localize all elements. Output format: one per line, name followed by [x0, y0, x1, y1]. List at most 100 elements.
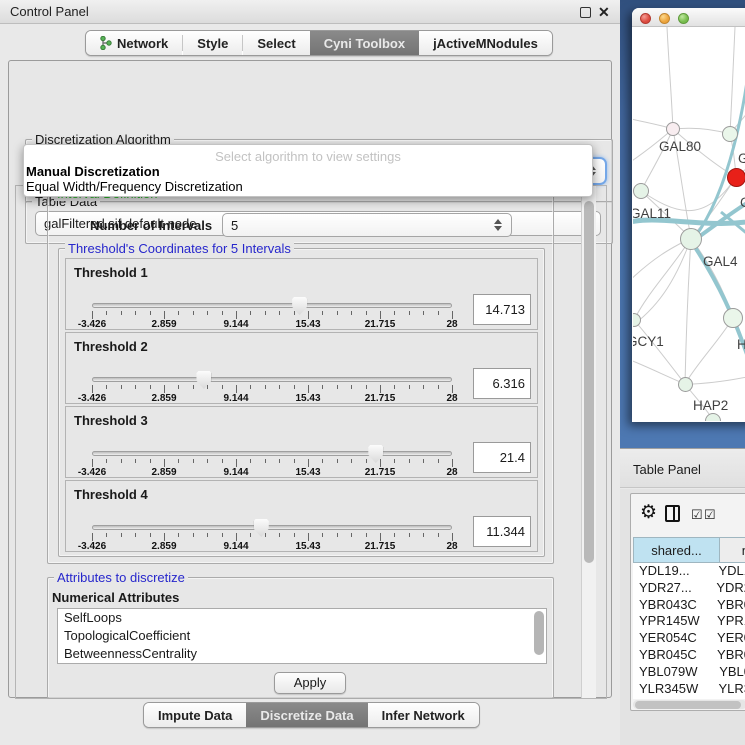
attribute-item[interactable]: BetweennessCentrality: [58, 645, 546, 663]
attributes-list-scrollbar[interactable]: [534, 611, 544, 655]
minimize-traffic-icon[interactable]: [659, 13, 670, 24]
zoom-traffic-icon[interactable]: [678, 13, 689, 24]
cell-name[interactable]: YIL0: [719, 697, 745, 699]
thresholds-group-title: Threshold's Coordinates for 5 Intervals: [65, 241, 294, 256]
network-node[interactable]: [680, 228, 702, 250]
table-row[interactable]: YDR27...YDR2: [633, 580, 745, 597]
checkbox-checked-icon[interactable]: ☑: [691, 507, 703, 523]
network-canvas[interactable]: GAL80GACGAL11GAL4GCY1HHAP2: [633, 27, 745, 421]
cell-name[interactable]: YBR0: [713, 647, 745, 664]
tick-label: 21.715: [365, 541, 396, 552]
table-row[interactable]: YLR345WYLR3: [633, 681, 745, 698]
network-icon: [100, 36, 112, 50]
number-of-intervals-spinner[interactable]: 5: [222, 213, 512, 237]
cell-shared-name[interactable]: YPR145W: [633, 613, 713, 630]
tick-label: 15.43: [295, 467, 320, 478]
table-hscrollbar-thumb[interactable]: [635, 701, 741, 709]
algorithm-option[interactable]: Manual Discretization: [24, 164, 592, 179]
node-table: shared... n YDL19...YDL1YDR27...YDR2YBR0…: [633, 537, 745, 699]
tick-mark: [351, 459, 352, 463]
tick-mark: [106, 311, 107, 315]
table-row[interactable]: YDL19...YDL1: [633, 563, 745, 580]
table-header-row: shared... n: [633, 537, 745, 563]
network-node[interactable]: [633, 183, 649, 199]
threshold-slider-track[interactable]: [92, 451, 452, 456]
threshold-slider-track[interactable]: [92, 377, 452, 382]
checkbox-checked-icon[interactable]: ☑: [704, 507, 716, 523]
cell-shared-name[interactable]: YER054C: [633, 630, 713, 647]
cell-shared-name[interactable]: YBR045C: [633, 647, 713, 664]
tab-infer-network[interactable]: Infer Network: [368, 703, 479, 727]
cell-shared-name[interactable]: YBL079W: [633, 664, 715, 681]
threshold-slider-track[interactable]: [92, 303, 452, 308]
slider-tick-labels: -3.4262.8599.14415.4321.71528: [92, 541, 452, 552]
number-of-intervals-label: Number of Intervals: [90, 218, 212, 233]
threshold-value-field[interactable]: 11.344: [473, 516, 531, 547]
cell-shared-name[interactable]: YDL19...: [633, 563, 714, 580]
column-header-name[interactable]: n: [720, 538, 745, 562]
tick-mark: [279, 311, 280, 315]
tab-network[interactable]: Network: [86, 31, 182, 55]
tick-mark: [294, 311, 295, 315]
threshold-value-field[interactable]: 6.316: [473, 368, 531, 399]
table-row[interactable]: YBR045CYBR0: [633, 647, 745, 664]
content-scrollbar-track[interactable]: [581, 186, 596, 698]
tick-mark: [106, 533, 107, 537]
tick-mark: [409, 311, 410, 315]
table-row[interactable]: YIL052CYIL0: [633, 697, 745, 699]
content-scrollbar-thumb[interactable]: [584, 201, 594, 563]
tab-select[interactable]: Select: [243, 31, 309, 55]
network-window-titlebar[interactable]: [632, 8, 745, 27]
network-node[interactable]: [666, 122, 680, 136]
close-icon[interactable]: ✕: [598, 4, 610, 21]
tick-mark: [236, 533, 237, 541]
float-icon[interactable]: [580, 7, 591, 18]
apply-button[interactable]: Apply: [274, 672, 346, 694]
cell-shared-name[interactable]: YLR345W: [633, 681, 714, 698]
cell-name[interactable]: YDR2: [712, 580, 745, 597]
tab-impute-data[interactable]: Impute Data: [144, 703, 246, 727]
attribute-item[interactable]: TopologicalCoefficient: [58, 627, 546, 645]
tab-style[interactable]: Style: [183, 31, 242, 55]
cell-shared-name[interactable]: YDR27...: [633, 580, 712, 597]
table-row[interactable]: YBL079WYBL0: [633, 664, 745, 681]
tab-discretize-data[interactable]: Discretize Data: [246, 703, 367, 727]
table-row[interactable]: YER054CYER0: [633, 630, 745, 647]
network-node-label: GAL4: [703, 254, 738, 269]
table-row[interactable]: YBR043CYBR0: [633, 597, 745, 614]
tab-label: Cyni Toolbox: [324, 36, 405, 51]
cell-name[interactable]: YBL0: [715, 664, 745, 681]
tab-jactivemnodules[interactable]: jActiveMNodules: [419, 31, 552, 55]
cell-name[interactable]: YBR0: [713, 597, 745, 614]
gear-icon[interactable]: ⚙: [640, 501, 657, 524]
attribute-item[interactable]: SelfLoops: [58, 609, 546, 627]
threshold-value-field[interactable]: 14.713: [473, 294, 531, 325]
cell-shared-name[interactable]: YIL052C: [633, 697, 719, 699]
network-node[interactable]: [723, 308, 743, 328]
table-hscrollbar-track[interactable]: [633, 700, 745, 709]
tab-cyni-toolbox[interactable]: Cyni Toolbox: [310, 31, 419, 55]
threshold-slider-track[interactable]: [92, 525, 452, 530]
tick-mark: [322, 459, 323, 463]
split-columns-icon[interactable]: [665, 505, 680, 522]
tick-mark: [322, 311, 323, 315]
cell-name[interactable]: YDL1: [714, 563, 745, 580]
algorithm-option[interactable]: Equal Width/Frequency Discretization: [24, 179, 592, 194]
close-traffic-icon[interactable]: [640, 13, 651, 24]
network-node[interactable]: [727, 168, 745, 187]
numerical-attributes-list[interactable]: SelfLoopsTopologicalCoefficientBetweenne…: [57, 608, 547, 664]
table-row[interactable]: YPR145WYPR1: [633, 613, 745, 630]
network-node[interactable]: [722, 126, 738, 142]
column-header-shared-name[interactable]: shared...: [634, 538, 720, 562]
threshold-value-field[interactable]: 21.4: [473, 442, 531, 473]
cell-shared-name[interactable]: YBR043C: [633, 597, 713, 614]
table-panel-toolbar: ⚙ ☑ ☑: [631, 494, 745, 534]
cell-name[interactable]: YER0: [713, 630, 745, 647]
network-node[interactable]: [678, 377, 693, 392]
cell-name[interactable]: YPR1: [713, 613, 745, 630]
tick-mark: [121, 533, 122, 537]
cell-name[interactable]: YLR3: [714, 681, 745, 698]
tick-mark: [164, 311, 165, 319]
network-view-window[interactable]: GAL80GACGAL11GAL4GCY1HHAP2: [632, 8, 745, 422]
tick-mark: [423, 385, 424, 389]
